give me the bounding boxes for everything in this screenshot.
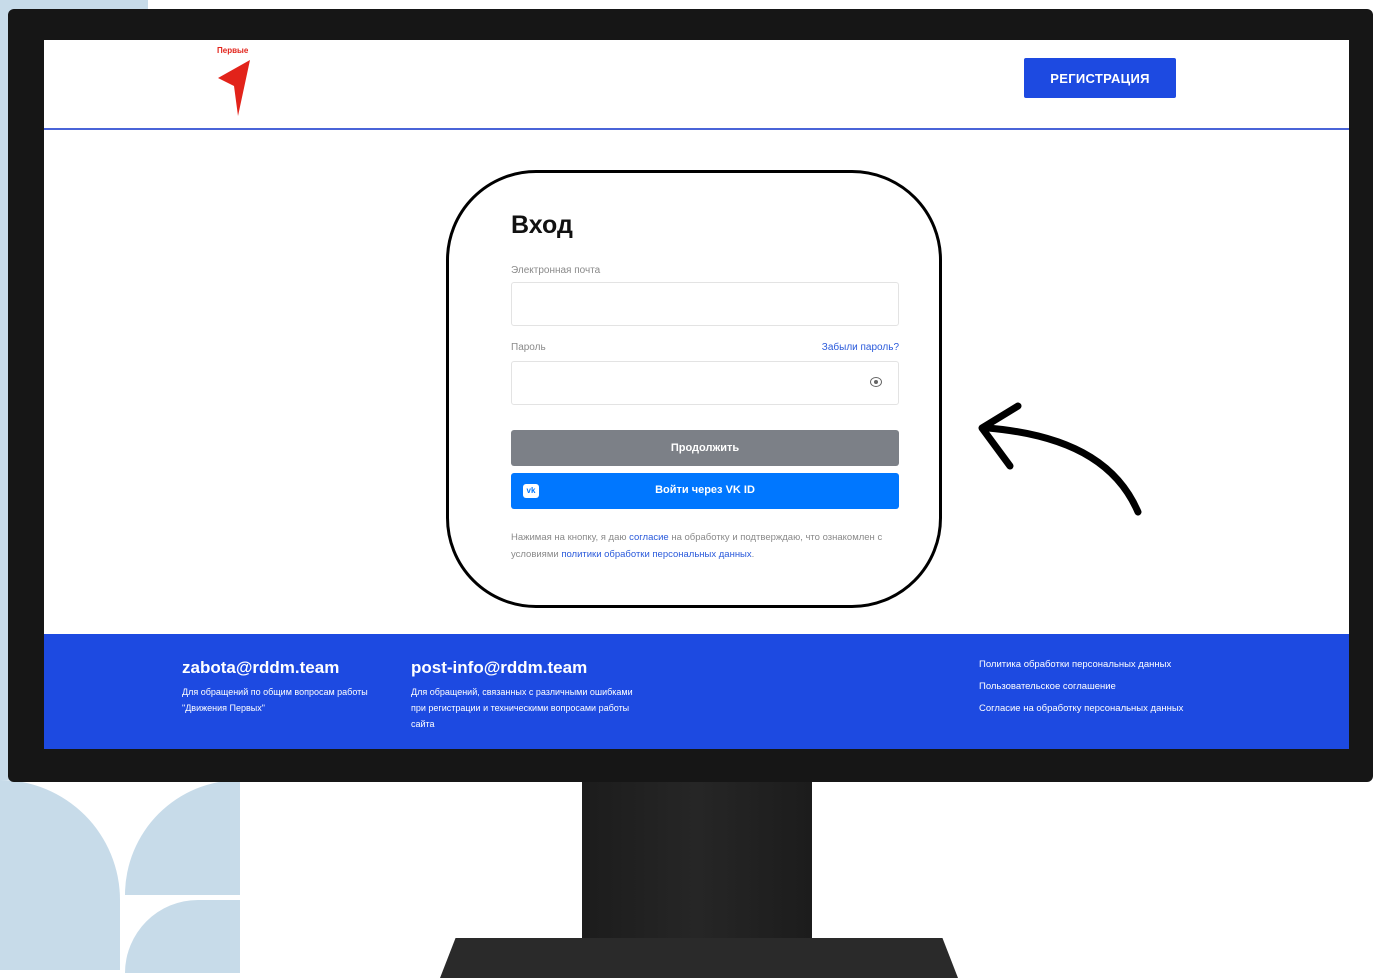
forgot-password-link[interactable]: Забыли пароль? [822,342,899,353]
logo[interactable]: Первые [214,46,254,116]
eye-icon[interactable] [870,377,882,387]
register-button[interactable]: РЕГИСТРАЦИЯ [1024,58,1176,98]
monitor-stand-base [440,938,958,978]
pointer-arrow-icon [978,402,1142,516]
footer-link-agreement[interactable]: Пользовательское соглашение [979,681,1116,692]
consent-text-1: Нажимая на кнопку, я даю [511,532,630,543]
password-label: Пароль [511,342,546,353]
vk-login-button[interactable]: vk Войти через VK ID [511,473,899,509]
footer-desc-2: Для обращений, связанных с различными ош… [411,687,633,729]
site-header: Первые РЕГИСТРАЦИЯ [44,40,1349,130]
vk-login-label: Войти через VK ID [655,484,755,496]
consent-link[interactable]: согласие [629,532,669,543]
monitor-stand [582,780,812,940]
bg-decoration-quarter-3 [125,900,240,973]
bg-decoration-quarter-1 [0,780,120,970]
logo-arrow-icon [218,60,250,116]
password-field[interactable] [511,361,899,405]
footer-desc-1: Для обращений по общим вопросам работы "… [182,687,368,713]
footer-link-privacy[interactable]: Политика обработки персональных данных [979,659,1171,670]
continue-button[interactable]: Продолжить [511,430,899,466]
bg-decoration-quarter-2 [125,780,240,895]
footer-link-consent[interactable]: Согласие на обработку персональных данны… [979,703,1183,714]
email-field[interactable] [511,282,899,326]
footer-email-2[interactable]: post-info@rddm.team [411,658,587,678]
site-footer: zabota@rddm.team Для обращений по общим … [44,634,1349,749]
login-card: Вход Электронная почта Пароль Забыли пар… [446,170,942,608]
login-title: Вход [511,211,573,239]
footer-email-1[interactable]: zabota@rddm.team [182,658,339,678]
email-label: Электронная почта [511,265,601,276]
screen: Первые РЕГИСТРАЦИЯ Вход Электронная почт… [44,40,1349,749]
consent-note: Нажимая на кнопку, я даю согласие на обр… [511,532,883,560]
privacy-policy-link[interactable]: политики обработки персональных данных [561,549,751,560]
monitor-frame: Первые РЕГИСТРАЦИЯ Вход Электронная почт… [8,9,1373,782]
